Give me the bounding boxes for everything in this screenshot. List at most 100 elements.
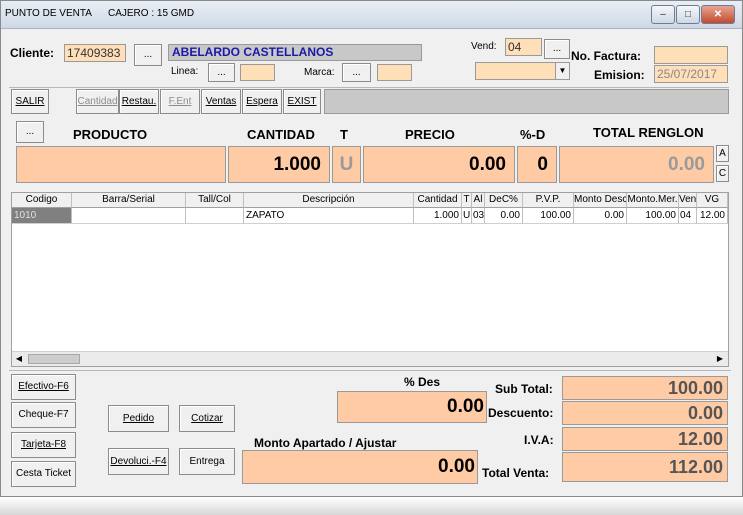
cell-descripcion[interactable]: ZAPATO	[244, 208, 414, 224]
side-a-button[interactable]: A	[716, 145, 729, 162]
t-header: T	[340, 127, 348, 142]
grid-header-cantidad[interactable]: Cantidad	[414, 193, 462, 208]
grid-horizontal-scrollbar[interactable]: ◀ ▶	[12, 351, 728, 366]
grid-header-monto-mer[interactable]: Monto.Mer.	[627, 193, 679, 208]
descuento-field: 0.00	[562, 401, 728, 425]
cell-tallcol[interactable]	[186, 208, 244, 224]
window-title: PUNTO DE VENTA CAJERO : 15 GMD	[5, 8, 195, 19]
grid-header-t[interactable]: T	[462, 193, 472, 208]
grid-header-al[interactable]: Al	[472, 193, 485, 208]
scroll-left-icon[interactable]: ◀	[12, 352, 26, 366]
marca-field[interactable]	[377, 64, 412, 81]
marca-label: Marca:	[304, 67, 335, 78]
scroll-right-icon[interactable]: ▶	[713, 352, 727, 366]
items-grid[interactable]: Codigo Barra/Serial Tall/Col Descripción…	[11, 192, 729, 367]
precio-field[interactable]: 0.00	[363, 146, 515, 183]
cesta-ticket-button[interactable]: Cesta Ticket	[11, 461, 76, 487]
table-row[interactable]: 1010 ZAPATO 1.000 U 03 0.00 100.00 0.00 …	[12, 208, 728, 224]
cantidad-button[interactable]: Cantidad	[76, 89, 119, 114]
close-icon[interactable]: ✕	[701, 5, 735, 24]
total-venta-field: 112.00	[562, 452, 728, 482]
cell-ven[interactable]: 04	[679, 208, 697, 224]
vend-select[interactable]: ▼	[475, 62, 570, 80]
cell-monto-mer[interactable]: 100.00	[627, 208, 679, 224]
cliente-name-field: ABELARDO CASTELLANOS	[168, 44, 422, 61]
maximize-icon[interactable]: □	[676, 5, 700, 24]
chevron-down-icon[interactable]: ▼	[555, 63, 569, 79]
cliente-label: Cliente:	[10, 46, 55, 60]
marca-lookup-button[interactable]: ...	[342, 63, 371, 82]
linea-lookup-button[interactable]: ...	[208, 63, 235, 82]
factura-label: No. Factura:	[571, 49, 642, 63]
cell-vg[interactable]: 12.00	[697, 208, 728, 224]
cotizar-button[interactable]: Cotizar	[179, 405, 235, 432]
apartado-label: Monto Apartado / Ajustar	[254, 436, 397, 450]
grid-header-pvp[interactable]: P.V.P.	[523, 193, 574, 208]
cliente-lookup-button[interactable]: ...	[134, 44, 162, 66]
linea-field[interactable]	[240, 64, 275, 81]
salir-button[interactable]: SALIR	[11, 89, 49, 114]
subtotal-field: 100.00	[562, 376, 728, 400]
minimize-icon[interactable]: –	[651, 5, 675, 24]
grid-header-descripcion[interactable]: Descripción	[244, 193, 414, 208]
cell-cantidad[interactable]: 1.000	[414, 208, 462, 224]
t-field[interactable]: U	[332, 146, 361, 183]
pedido-button[interactable]: Pedido	[108, 405, 169, 432]
factura-field[interactable]	[654, 46, 728, 64]
iva-field: 12.00	[562, 427, 728, 451]
precio-header: PRECIO	[405, 127, 455, 142]
ventas-button[interactable]: Ventas	[201, 89, 241, 114]
grid-header-ven[interactable]: Ven	[679, 193, 697, 208]
linea-label: Linea:	[171, 66, 199, 77]
grid-header-monto-desc[interactable]: Monto Desc	[574, 193, 627, 208]
producto-lookup-button[interactable]: ...	[16, 121, 44, 143]
restau-button[interactable]: Restau.	[119, 89, 159, 114]
devolucion-button[interactable]: Devoluci.-F4	[108, 448, 169, 475]
emision-label: Emision:	[594, 68, 645, 82]
subtotal-label: Sub Total:	[495, 382, 553, 396]
cell-t[interactable]: U	[462, 208, 472, 224]
grid-header-codigo[interactable]: Codigo	[12, 193, 72, 208]
total-renglon-field: 0.00	[559, 146, 714, 183]
side-c-button[interactable]: C	[716, 165, 729, 182]
emision-field: 25/07/2017	[654, 65, 728, 83]
grid-header-tallcol[interactable]: Tall/Col	[186, 193, 244, 208]
descuento-label: Descuento:	[488, 406, 554, 420]
exist-button[interactable]: EXIST	[283, 89, 321, 114]
pd-field[interactable]: 0	[517, 146, 557, 183]
efectivo-button[interactable]: Efectivo-F6	[11, 374, 76, 400]
vend-field[interactable]: 04	[505, 38, 542, 56]
producto-field[interactable]	[16, 146, 226, 183]
tarjeta-button[interactable]: Tarjeta-F8	[11, 432, 76, 458]
grid-header-vg[interactable]: VG	[697, 193, 728, 208]
vend-lookup-button[interactable]: ...	[544, 39, 570, 59]
pos-window: PUNTO DE VENTA CAJERO : 15 GMD – □ ✕ Cli…	[0, 0, 743, 497]
cantidad-header: CANTIDAD	[247, 127, 315, 142]
cell-al[interactable]: 03	[472, 208, 485, 224]
des-field[interactable]: 0.00	[337, 391, 487, 423]
espera-button[interactable]: Espera	[242, 89, 282, 114]
vend-label: Vend:	[471, 41, 497, 52]
cantidad-field[interactable]: 1.000	[228, 146, 330, 183]
cell-monto-desc[interactable]: 0.00	[574, 208, 627, 224]
scroll-thumb[interactable]	[28, 354, 80, 364]
entrega-button[interactable]: Entrega	[179, 448, 235, 475]
cheque-button[interactable]: Cheque-F7	[11, 402, 76, 428]
desktop-strip	[0, 497, 743, 515]
total-renglon-header: TOTAL RENGLON	[593, 125, 704, 140]
apartado-field[interactable]: 0.00	[242, 450, 478, 484]
cliente-code-field[interactable]: 17409383	[64, 44, 126, 62]
grid-header-barra[interactable]: Barra/Serial	[72, 193, 186, 208]
des-label: % Des	[404, 375, 441, 389]
fent-button[interactable]: F.Ent	[160, 89, 200, 114]
pd-header: %-D	[520, 127, 546, 142]
iva-label: I.V.A:	[524, 433, 554, 447]
cell-pvp[interactable]: 100.00	[523, 208, 574, 224]
total-venta-label: Total Venta:	[482, 466, 550, 480]
cell-codigo[interactable]: 1010	[12, 208, 72, 224]
title-bar: PUNTO DE VENTA CAJERO : 15 GMD – □ ✕	[1, 1, 742, 29]
cell-dec[interactable]: 0.00	[485, 208, 523, 224]
producto-header: PRODUCTO	[73, 127, 148, 142]
cell-barra[interactable]	[72, 208, 186, 224]
grid-header-dec[interactable]: DeC%	[485, 193, 523, 208]
